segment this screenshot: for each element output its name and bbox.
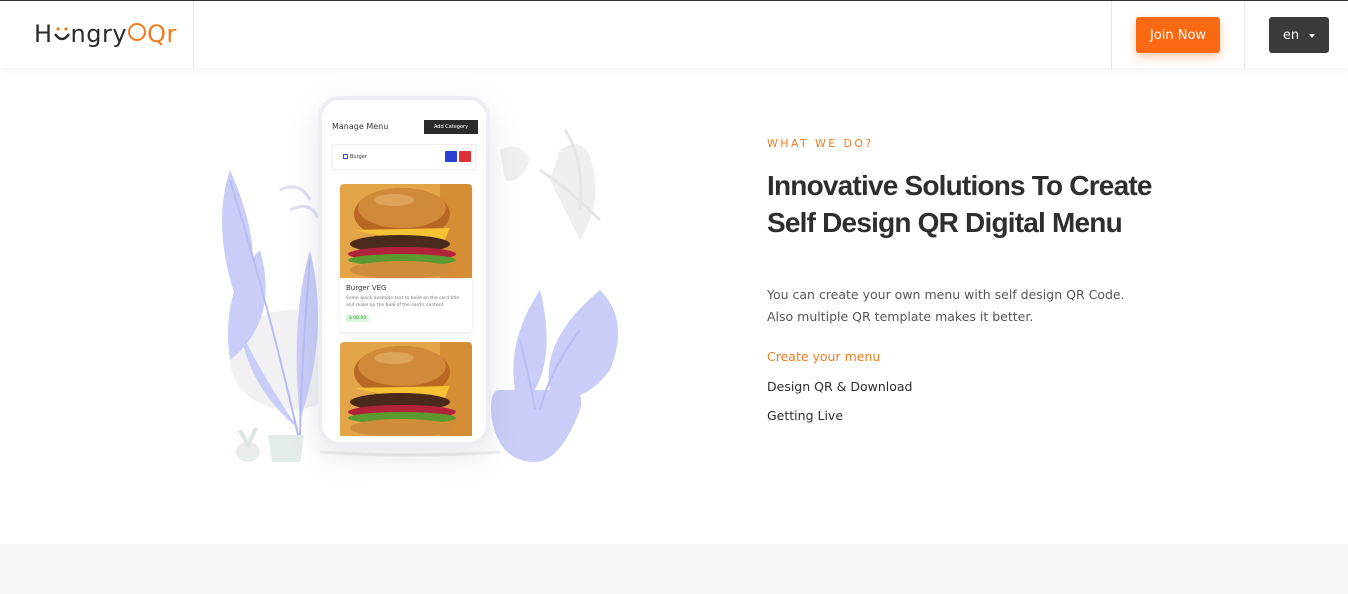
delete-icon — [459, 151, 471, 162]
burger-image — [340, 342, 472, 436]
menu-item-description: Some quick example text to build on the … — [346, 296, 460, 308]
header-divider — [1244, 1, 1245, 69]
join-now-button[interactable]: Join Now — [1136, 17, 1220, 53]
qr-badge-icon — [128, 23, 147, 41]
category-name: Burger — [350, 154, 367, 160]
image-icon — [343, 154, 348, 159]
hero-illustration: Manage Menu Add Category Burger Burger V… — [200, 90, 640, 480]
add-category-button: Add Category — [424, 120, 478, 134]
header-divider — [1111, 1, 1112, 69]
category-label: Burger — [343, 154, 367, 160]
phone-title: Manage Menu — [332, 122, 389, 131]
section-headline: Innovative Solutions To Create Self Desi… — [767, 170, 1152, 238]
step-design-qr[interactable]: Design QR & Download — [767, 379, 912, 394]
step-create-menu[interactable]: Create your menu — [767, 349, 880, 364]
smile-icon — [53, 27, 70, 41]
menu-item-card — [340, 342, 472, 442]
phone-mockup: Manage Menu Add Category Burger Burger V… — [318, 96, 490, 446]
caret-down-icon — [1309, 34, 1316, 38]
menu-item-card: Burger VEG Some quick example text to bu… — [340, 184, 472, 332]
section-description: You can create your own menu with self d… — [767, 287, 1125, 324]
edit-icon — [445, 151, 457, 162]
header-divider — [193, 1, 194, 69]
logo-text-h: H — [34, 20, 53, 48]
next-section-band — [0, 544, 1348, 594]
logo-text-qr: Qr — [147, 20, 177, 48]
category-header: Burger — [332, 144, 476, 170]
menu-item-name: Burger VEG — [346, 284, 387, 292]
language-dropdown[interactable]: en — [1269, 17, 1329, 53]
top-navbar: H ngry Qr Join Now en — [0, 0, 1348, 69]
logo-text-ngry: ngry — [70, 20, 128, 48]
language-label: en — [1282, 27, 1300, 43]
menu-item-price: $ 00.00 — [346, 315, 370, 322]
section-eyebrow: WHAT WE DO? — [767, 137, 874, 150]
burger-image — [340, 184, 472, 278]
hungryqr-logo[interactable]: H ngry Qr — [34, 19, 177, 49]
step-getting-live[interactable]: Getting Live — [767, 408, 843, 423]
